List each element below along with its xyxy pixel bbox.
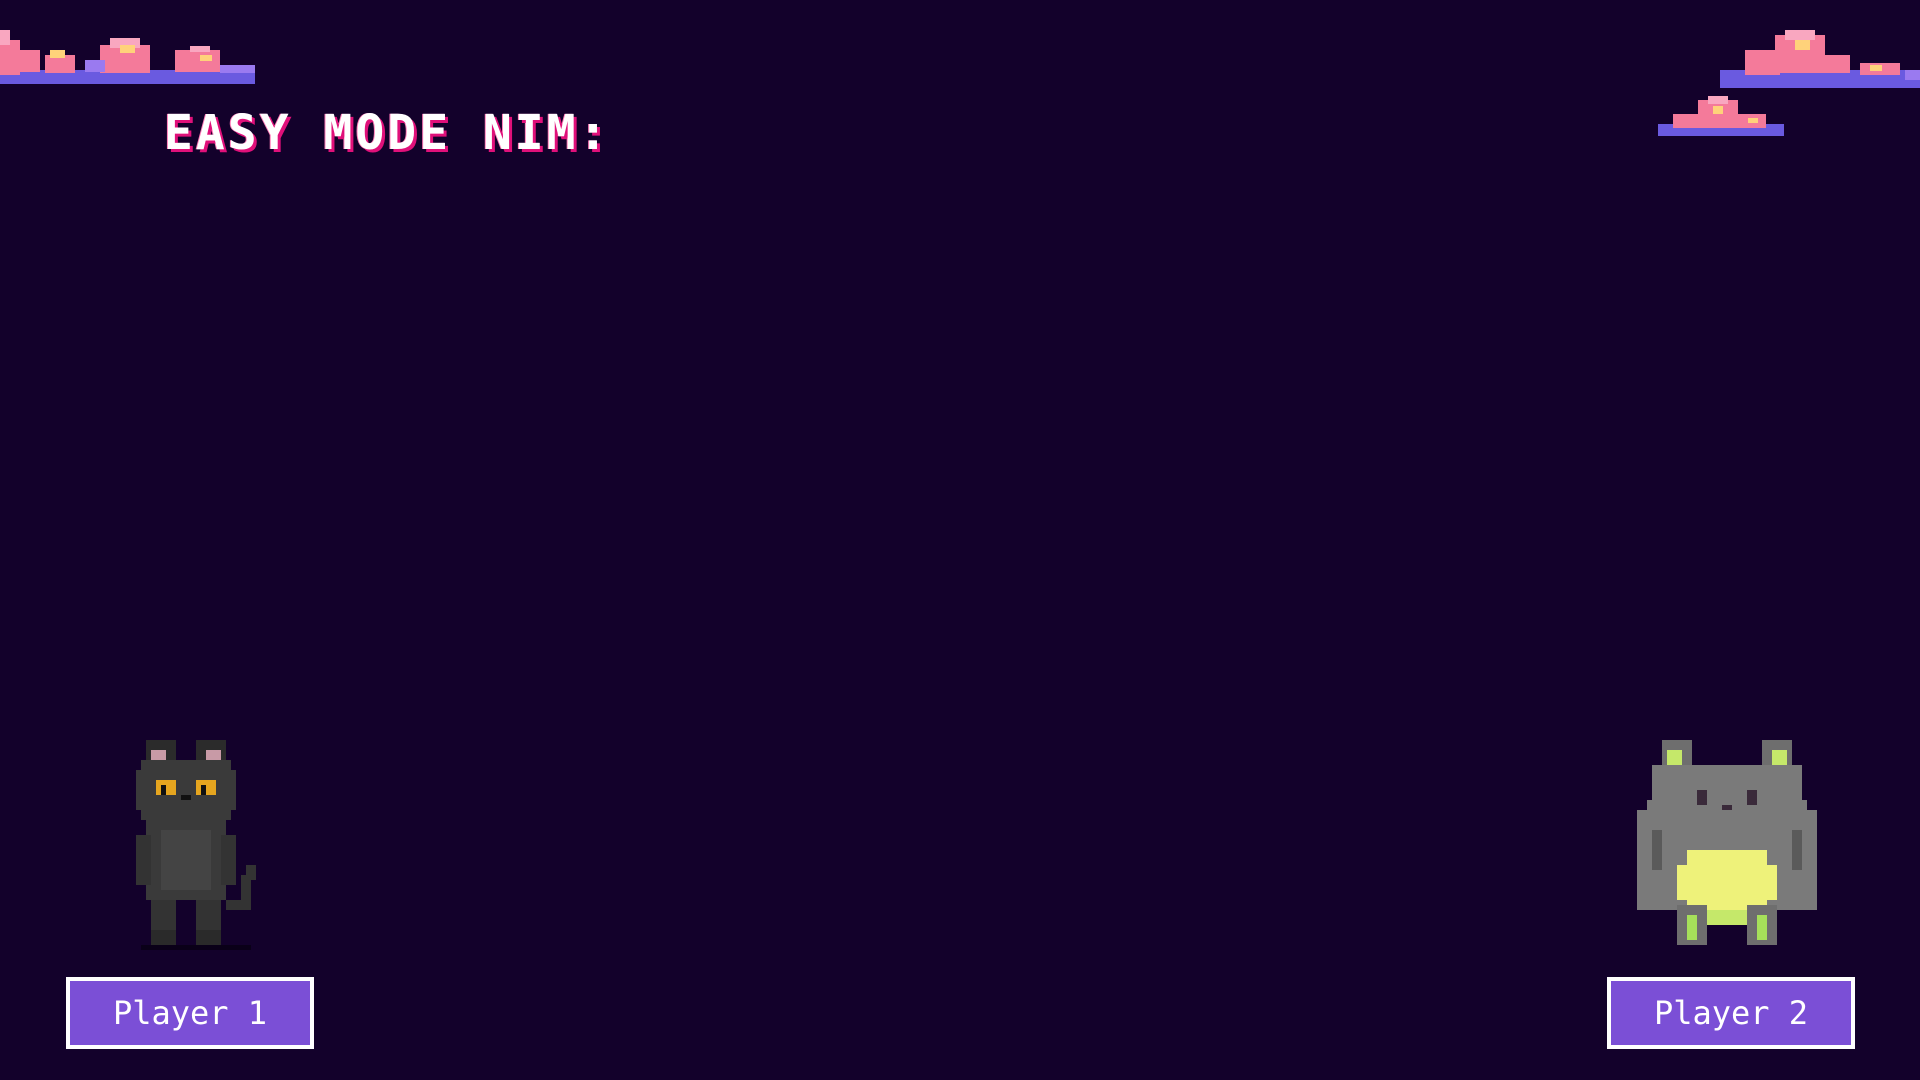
- cloud-top-left: [0, 30, 255, 84]
- player-2-button[interactable]: Player 2: [1607, 977, 1855, 1049]
- game-screen: EASY MODE NIM: Player 1 Player 2: [0, 0, 1920, 1080]
- game-title: EASY MODE NIM:: [164, 105, 611, 161]
- gray-chubby-cat-sprite: [1637, 740, 1817, 945]
- player-1-button[interactable]: Player 1: [66, 977, 314, 1049]
- black-cat-sprite: [136, 740, 256, 950]
- cloud-top-right: [1720, 30, 1920, 88]
- cloud-small-right: [1658, 96, 1784, 136]
